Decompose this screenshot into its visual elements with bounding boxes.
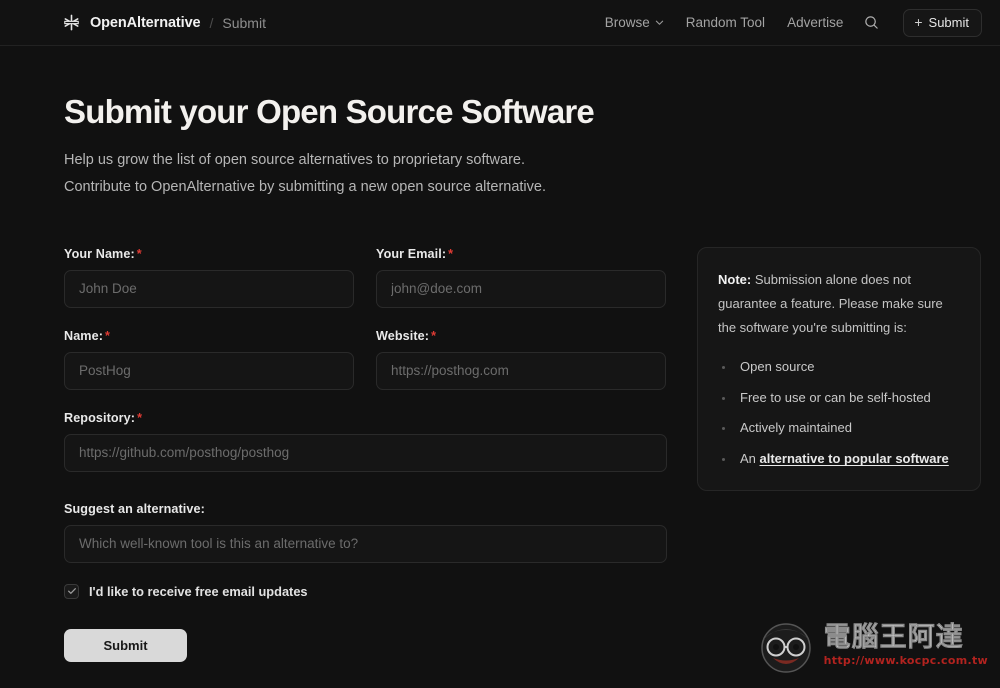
chevron-down-icon: [655, 20, 663, 25]
note-item-text: Free to use or can be self-hosted: [740, 389, 931, 405]
nav-item-browse[interactable]: Browse: [605, 15, 664, 30]
label-suggest-alternative: Suggest an alternative:: [64, 502, 667, 516]
label-your-name: Your Name: *: [64, 247, 354, 261]
content-area: Your Name:* Your Email:* Name:*: [64, 246, 981, 662]
note-text: Note: Submission alone does not guarante…: [718, 268, 960, 340]
brand-name: OpenAlternative: [90, 14, 201, 31]
asterisk-star-icon: [64, 14, 79, 31]
field-name: Name: *: [64, 329, 354, 390]
field-repository: Repository: *: [64, 411, 667, 472]
note-requirements-list: Open source Free to use or can be self-h…: [718, 359, 960, 469]
alternative-to-popular-software-link[interactable]: alternative to popular software: [760, 451, 949, 466]
label-your-email: Your Email: *: [376, 247, 666, 261]
label-repository-text: Repository:: [64, 410, 136, 425]
newsletter-row: I'd like to receive free email updates: [64, 583, 667, 599]
brand-breadcrumb[interactable]: OpenAlternative: [62, 13, 201, 32]
note-body: Submission alone does not guarantee a fe…: [718, 271, 943, 335]
required-marker: *: [137, 410, 143, 425]
required-marker: *: [448, 246, 454, 261]
your-name-input[interactable]: [64, 269, 354, 308]
nav-submit-button[interactable]: + Submit: [903, 8, 982, 37]
your-email-input[interactable]: [376, 269, 666, 308]
nav-item-random-tool[interactable]: Random Tool: [686, 15, 765, 30]
note-panel: Note: Submission alone does not guarante…: [697, 246, 981, 492]
page-content: Submit your Open Source Software Help us…: [0, 46, 1000, 662]
search-icon: [865, 16, 878, 29]
nav-submit-label: Submit: [928, 14, 969, 30]
submit-button[interactable]: Submit: [64, 628, 187, 662]
search-button[interactable]: [861, 13, 881, 33]
page-subtitle: Help us grow the list of open source alt…: [64, 147, 684, 201]
note-prefix: Note:: [718, 271, 752, 287]
label-your-email-text: Your Email:: [376, 246, 447, 261]
label-repository: Repository: *: [64, 411, 667, 425]
required-marker: *: [431, 328, 437, 343]
field-suggest-alternative: Suggest an alternative:: [64, 502, 667, 563]
label-website: Website: *: [376, 329, 666, 343]
note-item-text: An: [740, 451, 760, 467]
nav-item-browse-label: Browse: [604, 15, 650, 30]
checkmark-icon: [67, 588, 76, 595]
newsletter-label[interactable]: I'd like to receive free email updates: [89, 584, 308, 599]
label-website-text: Website:: [376, 328, 430, 343]
page-subtitle-line-2: Contribute to OpenAlternative by submitt…: [64, 178, 546, 195]
label-name-text: Name:: [64, 328, 103, 343]
main-nav: Browse Random Tool Advertise + Submit: [605, 8, 982, 37]
form-row-1: Your Name:* Your Email:*: [64, 247, 667, 329]
list-item: Open source: [718, 359, 960, 376]
field-website: Website: *: [376, 329, 666, 390]
breadcrumb-current: Submit: [222, 14, 266, 31]
list-item: Free to use or can be self-hosted: [718, 390, 960, 407]
required-marker: *: [105, 328, 111, 343]
repository-input[interactable]: [64, 433, 667, 472]
page-title: Submit your Open Source Software: [64, 93, 595, 130]
label-name: Name: *: [64, 329, 354, 343]
site-header: OpenAlternative / Submit Browse Random T…: [0, 0, 1000, 46]
submit-form: Your Name:* Your Email:* Name:*: [64, 247, 667, 662]
field-your-name: Your Name: *: [64, 247, 354, 308]
website-input[interactable]: [376, 351, 666, 390]
newsletter-checkbox[interactable]: [64, 583, 79, 599]
label-your-name-text: Your Name:: [64, 246, 135, 261]
suggest-alternative-input[interactable]: [64, 524, 667, 563]
list-item: An alternative to popular software: [718, 451, 960, 468]
label-suggest-alternative-text: Suggest an alternative:: [64, 501, 205, 516]
nav-item-advertise-label: Advertise: [787, 15, 844, 30]
breadcrumb-separator: /: [209, 14, 214, 31]
field-your-email: Your Email: *: [376, 247, 666, 308]
plus-icon: +: [914, 14, 923, 30]
list-item: Actively maintained: [718, 420, 960, 437]
note-item-text: Actively maintained: [740, 420, 852, 436]
nav-item-random-tool-label: Random Tool: [685, 15, 766, 30]
nav-item-advertise[interactable]: Advertise: [787, 15, 843, 30]
form-row-2: Name:* Website:*: [64, 329, 667, 411]
note-item-text: Open source: [740, 358, 815, 374]
name-input[interactable]: [64, 351, 354, 390]
page-subtitle-line-1: Help us grow the list of open source alt…: [64, 151, 526, 168]
required-marker: *: [136, 246, 142, 261]
